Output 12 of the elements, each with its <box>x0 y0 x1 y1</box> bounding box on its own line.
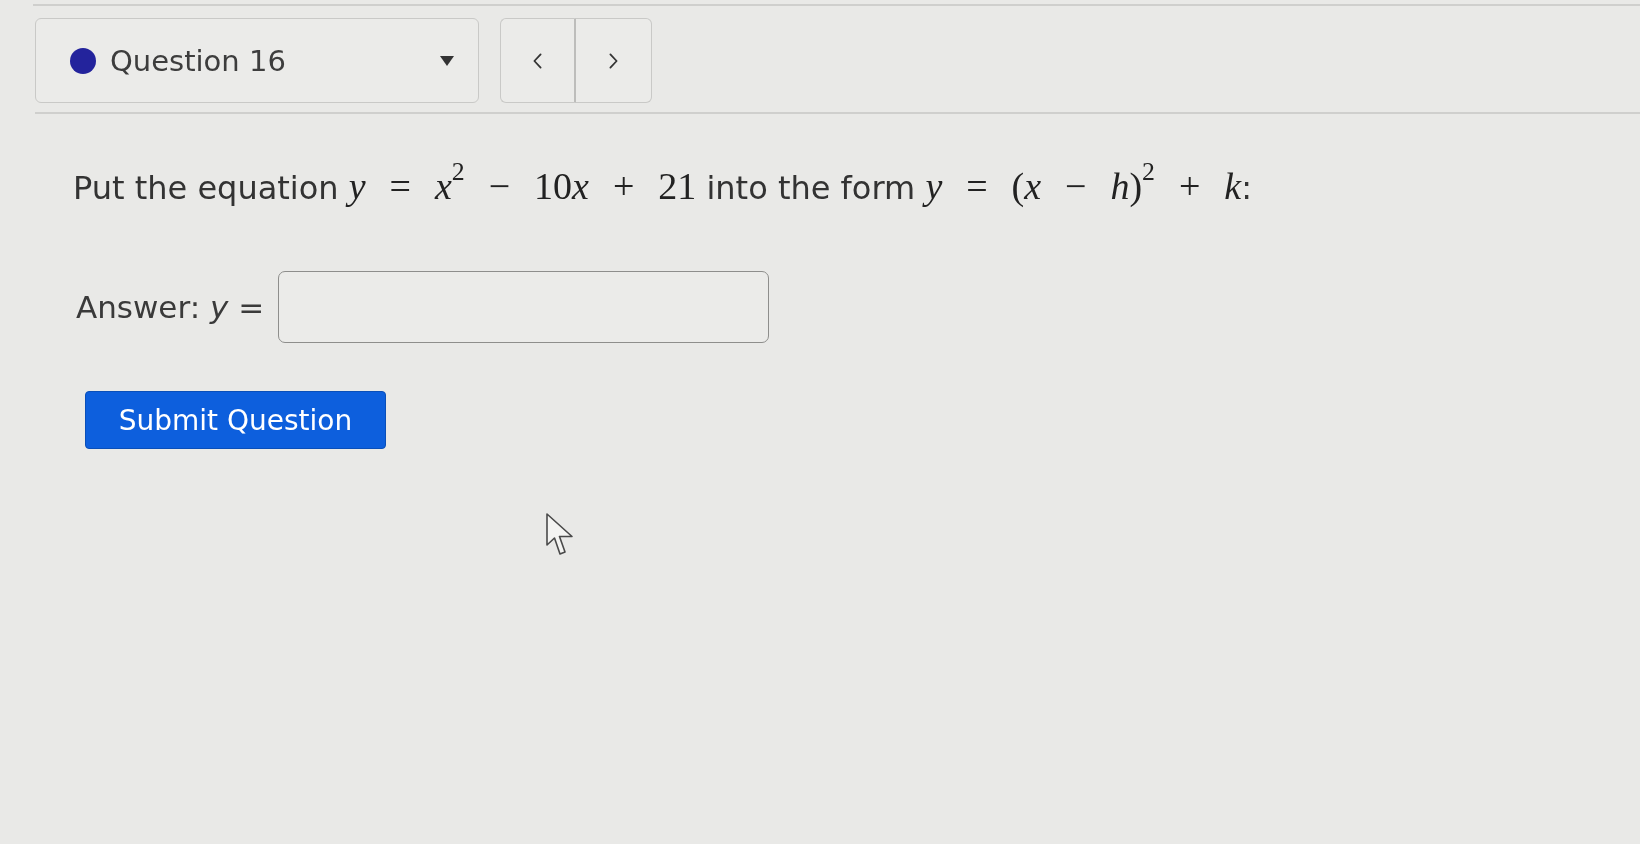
answer-label: Answer: y = <box>76 289 265 325</box>
question-prompt: Put the equation y = x$^{2}$ − 10x + 21 into the form y = (x − h)$^{2}$ + k: <box>73 164 1252 209</box>
submit-button[interactable]: Submit Question <box>85 391 386 449</box>
previous-button[interactable] <box>500 18 576 103</box>
caret-down-icon <box>440 55 454 66</box>
chevron-left-icon <box>533 52 542 69</box>
next-button[interactable] <box>576 18 652 103</box>
question-dropdown[interactable]: Question 16 <box>35 18 479 103</box>
status-dot-icon <box>70 47 96 74</box>
arrow-cursor-icon <box>546 513 574 556</box>
chevron-right-icon <box>609 52 618 69</box>
answer-input-field[interactable] <box>278 271 770 343</box>
